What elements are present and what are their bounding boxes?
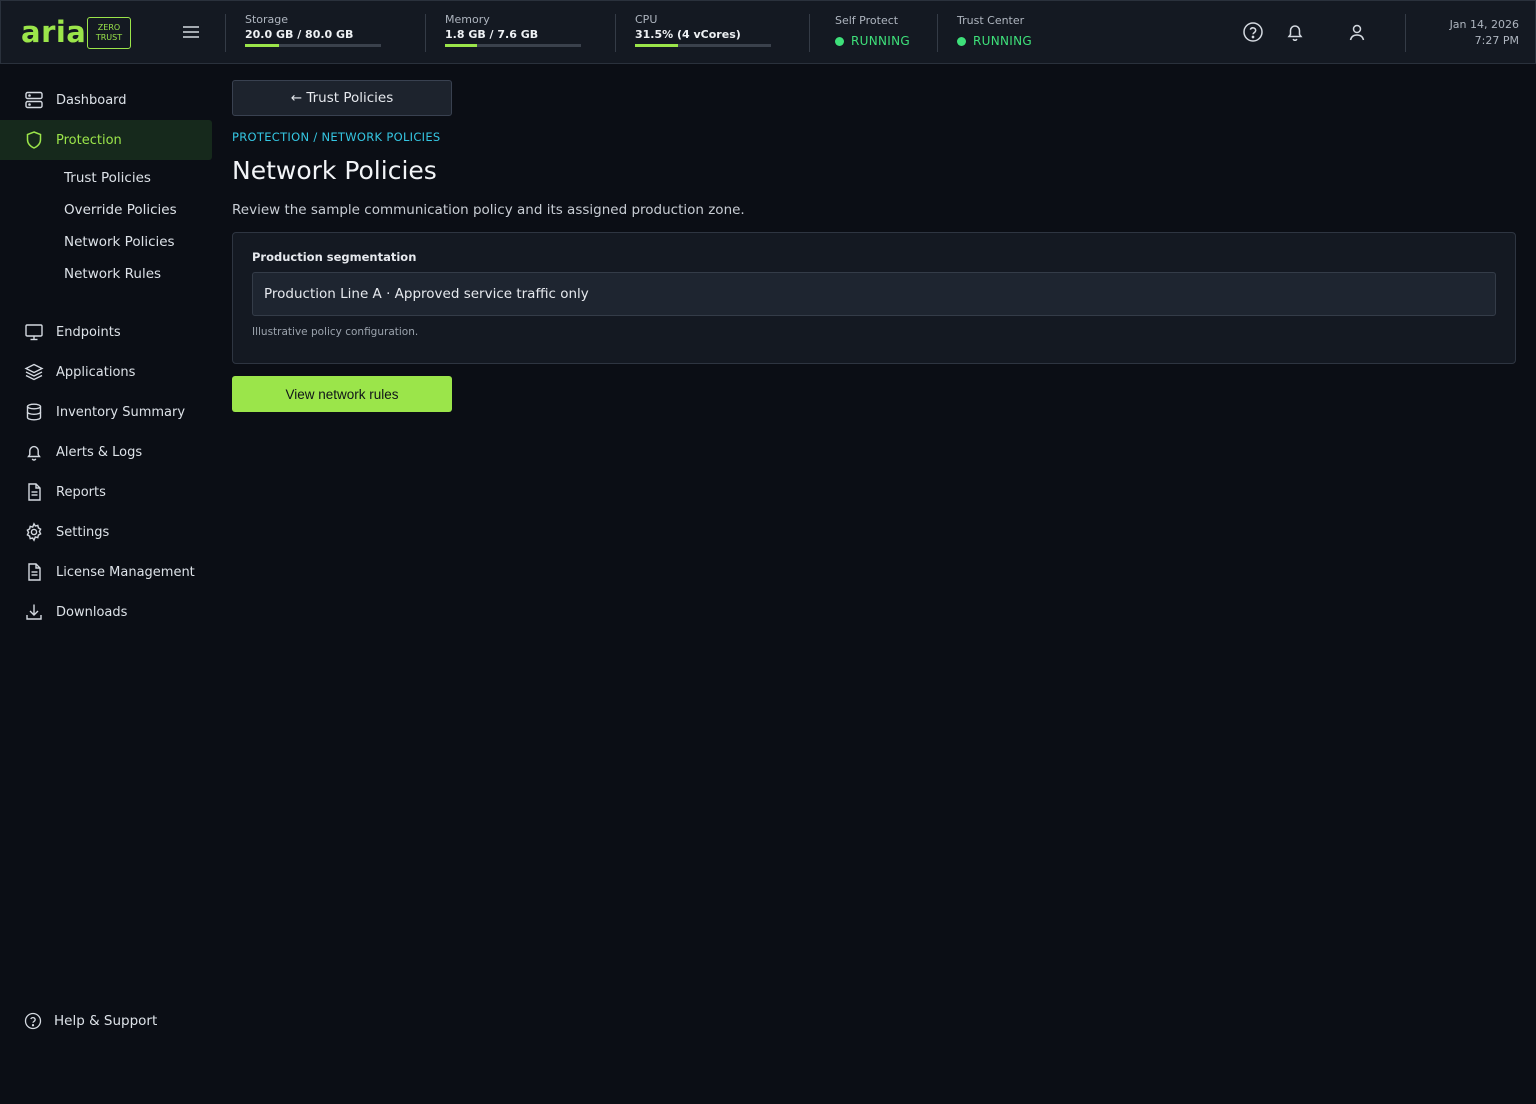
sidebar-item-label: Reports [56,484,106,500]
service-status: RUNNING [835,34,910,48]
time: 7:27 PM [1474,34,1519,47]
trust-center-status: Trust Center RUNNING [957,14,1032,48]
field-note: Illustrative policy configuration. [252,326,419,338]
user-icon[interactable] [1346,21,1368,43]
sidebar-item-inventory-summary[interactable]: Inventory Summary [0,392,212,432]
sidebar-item-dashboard[interactable]: Dashboard [0,80,212,120]
help-icon [24,1012,42,1030]
back-to-trust-policies-button[interactable]: ← Trust Policies [232,80,452,116]
cpu-bar [635,44,771,47]
top-bar: aria ZERO TRUST Storage 20.0 GB / 80.0 G… [0,0,1536,64]
sidebar-item-license-management[interactable]: License Management [0,552,212,592]
metric-value: 20.0 GB / 80.0 GB [245,28,354,41]
breadcrumb[interactable]: PROTECTION / NETWORK POLICIES [232,130,441,144]
divider [425,14,426,52]
sidebar: Dashboard Protection Trust Policies Over… [0,64,212,1104]
sidebar-item-label: Dashboard [56,92,127,108]
service-label: Self Protect [835,14,899,27]
document-icon [24,482,44,502]
sidebar-item-label: Endpoints [56,324,121,340]
sidebar-item-endpoints[interactable]: Endpoints [0,312,212,352]
status-dot-icon [957,36,966,46]
help-support-label: Help & Support [54,1013,158,1029]
sidebar-item-label: Applications [56,364,136,380]
badge-line: ZERO [97,23,121,32]
hamburger-menu-icon[interactable] [180,21,202,43]
divider [225,14,226,52]
status-text: RUNNING [973,34,1032,48]
sidebar-item-label: Downloads [56,604,128,620]
page-description: Review the sample communication policy a… [232,202,745,218]
document-icon [24,562,44,582]
policy-panel: Production segmentation Production Line … [232,232,1516,364]
divider [1405,14,1406,52]
metric-value: 31.5% (4 vCores) [635,28,741,41]
storage-bar [245,44,381,47]
metric-label: Memory [445,13,490,26]
storage-metric: Storage 20.0 GB / 80.0 GB [245,13,381,47]
divider [937,14,938,52]
download-icon [24,602,44,622]
date: Jan 14, 2026 [1449,18,1519,31]
memory-bar [445,44,581,47]
monitor-icon [24,322,44,342]
sidebar-item-label: Alerts & Logs [56,444,143,460]
sidebar-item-reports[interactable]: Reports [0,472,212,512]
self-protect-status: Self Protect RUNNING [835,14,910,48]
cpu-metric: CPU 31.5% (4 vCores) [635,13,771,47]
bell-icon [24,442,44,462]
sidebar-item-label: Settings [56,524,110,540]
datetime: Jan 14, 2026 7:27 PM [1450,17,1519,49]
view-network-rules-button[interactable]: View network rules [232,376,452,412]
divider [615,14,616,52]
metric-value: 1.8 GB / 7.6 GB [445,28,539,41]
page-title: Network Policies [232,156,437,185]
status-text: RUNNING [851,34,910,48]
shield-icon [24,130,44,150]
service-status: RUNNING [957,34,1032,48]
gear-icon [24,522,44,542]
sidebar-item-label: Protection [56,132,122,148]
metric-label: CPU [635,13,658,26]
sidebar-subitem-network-policies[interactable]: Network Policies [64,234,175,250]
sidebar-subitem-trust-policies[interactable]: Trust Policies [64,170,151,186]
memory-bar-fill [445,44,478,47]
production-segmentation-field[interactable]: Production Line A · Approved service tra… [252,272,1496,316]
sidebar-item-protection[interactable]: Protection [0,120,212,160]
service-label: Trust Center [957,14,1025,27]
metric-label: Storage [245,13,289,26]
cpu-bar-fill [635,44,678,47]
storage-bar-fill [245,44,279,47]
sidebar-item-alerts-logs[interactable]: Alerts & Logs [0,432,212,472]
divider [809,14,810,52]
sidebar-item-settings[interactable]: Settings [0,512,212,552]
help-support-link[interactable]: Help & Support [24,1012,157,1030]
zero-trust-badge: ZERO TRUST [87,17,131,49]
server-icon [24,90,44,110]
database-icon [24,402,44,422]
sidebar-item-label: License Management [56,564,195,580]
sidebar-item-label: Inventory Summary [56,404,186,420]
sidebar-item-downloads[interactable]: Downloads [0,592,212,632]
help-icon[interactable] [1242,21,1264,43]
layers-icon [24,362,44,382]
badge-line: TRUST [95,33,123,42]
bell-icon[interactable] [1284,21,1306,43]
sidebar-subitem-network-rules[interactable]: Network Rules [64,266,161,282]
sidebar-subitem-override-policies[interactable]: Override Policies [64,202,177,218]
logo: aria [21,15,87,49]
status-dot-icon [835,36,844,46]
sidebar-item-applications[interactable]: Applications [0,352,212,392]
field-label: Production segmentation [252,250,417,264]
memory-metric: Memory 1.8 GB / 7.6 GB [445,13,581,47]
